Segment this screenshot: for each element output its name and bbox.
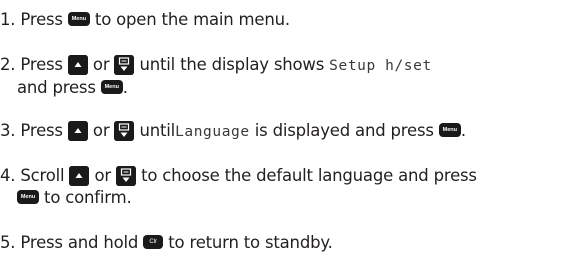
display-text: Setup h/set bbox=[329, 58, 432, 74]
menu-key-icon: Menu bbox=[67, 11, 90, 26]
step-number: 1. bbox=[0, 10, 16, 29]
menu-key-icon: Menu bbox=[100, 79, 123, 94]
step-text: or bbox=[94, 166, 112, 185]
step-text: Press and hold bbox=[20, 233, 139, 252]
menu-key-icon: Menu bbox=[17, 189, 39, 204]
down-arrow-key-icon bbox=[114, 120, 135, 141]
step-3: 3. Press or untilLanguage is displayed a… bbox=[0, 120, 466, 143]
up-arrow-key-icon bbox=[67, 120, 88, 141]
step-text: and press bbox=[17, 78, 96, 97]
step-continuation: Menu to confirm. bbox=[0, 187, 477, 209]
menu-key-icon: Menu bbox=[438, 122, 461, 137]
step-text: Scroll bbox=[20, 166, 65, 185]
step-text: until the display shows bbox=[139, 55, 325, 74]
step-continuation: and press Menu. bbox=[0, 77, 432, 99]
step-text: to confirm. bbox=[44, 188, 132, 207]
step-number: 3. bbox=[0, 121, 16, 140]
step-text: to open the main menu. bbox=[94, 10, 290, 29]
down-arrow-key-icon bbox=[114, 54, 135, 75]
step-text: or bbox=[92, 121, 110, 140]
step-text: . bbox=[460, 121, 466, 140]
step-1: 1. Press Menu to open the main menu. bbox=[0, 9, 290, 31]
clear-key-icon: Clr bbox=[143, 234, 164, 249]
step-text: is displayed and press bbox=[254, 121, 434, 140]
step-text: to choose the default language and press bbox=[141, 166, 477, 185]
step-5: 5. Press and hold Clr to return to stand… bbox=[0, 232, 333, 254]
step-text: Press bbox=[20, 121, 63, 140]
step-4: 4. Scroll or to choose the default langu… bbox=[0, 165, 477, 209]
up-arrow-key-icon bbox=[69, 165, 90, 186]
step-text: until bbox=[139, 121, 176, 140]
step-text: Press bbox=[20, 55, 63, 74]
step-text: or bbox=[92, 55, 110, 74]
step-text: to return to standby. bbox=[168, 233, 333, 252]
step-text: . bbox=[122, 78, 128, 97]
step-number: 2. bbox=[0, 55, 16, 74]
step-number: 4. bbox=[0, 166, 16, 185]
step-number: 5. bbox=[0, 233, 16, 252]
up-arrow-key-icon bbox=[67, 54, 88, 75]
step-2: 2. Press or until the display shows Setu… bbox=[0, 54, 432, 99]
display-text: Language bbox=[175, 124, 250, 140]
down-arrow-key-icon bbox=[116, 165, 137, 186]
step-text: Press bbox=[20, 10, 63, 29]
